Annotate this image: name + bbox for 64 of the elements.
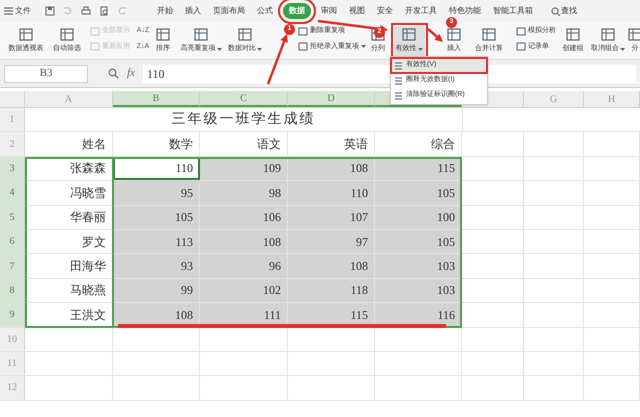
pointer-arrow — [427, 28, 443, 42]
table-cell: 113 — [113, 230, 200, 254]
preview-icon — [99, 6, 109, 16]
table-icon — [481, 27, 497, 42]
table-cell: 106 — [200, 206, 288, 229]
table-cell: 100 — [375, 206, 462, 229]
table-cell: 108 — [288, 254, 375, 278]
ribbon-tab[interactable]: 公式 — [257, 5, 273, 17]
table-cell: 103 — [375, 254, 462, 278]
table-cell: 103 — [375, 278, 462, 302]
table-cell: 118 — [288, 278, 375, 302]
table-cell: 108 — [200, 230, 288, 254]
table-cell: 99 — [113, 278, 200, 302]
ribbon-tab[interactable]: 页面布局 — [213, 5, 245, 17]
table-cell: 93 — [113, 254, 200, 278]
table-cell: 95 — [113, 181, 200, 205]
table-icon — [59, 27, 75, 42]
ribbon-tab[interactable]: 智能工具箱 — [493, 5, 533, 17]
ribbon-tab[interactable]: 特色功能 — [449, 5, 481, 17]
printer-icon — [81, 6, 91, 16]
table-icon — [237, 27, 253, 42]
list-icon — [394, 92, 403, 100]
table-cell: 96 — [200, 254, 288, 278]
zoom-icon[interactable] — [108, 68, 119, 79]
sheet-title: 三年级一班学生成绩 — [170, 110, 316, 130]
table-cell: 107 — [288, 206, 375, 229]
table-cell: 105 — [375, 230, 462, 254]
ribbon-tab[interactable]: 视图 — [349, 5, 365, 17]
table-icon — [600, 27, 616, 42]
caret-icon — [361, 45, 366, 48]
table-cell: 105 — [375, 181, 462, 205]
search-label[interactable]: 查找 — [561, 5, 577, 17]
caret-icon — [257, 48, 262, 51]
ribbon-tab[interactable]: 审阅 — [321, 5, 337, 17]
table-icon — [18, 27, 34, 42]
table-icon — [193, 27, 209, 42]
table-cell: 105 — [113, 206, 200, 229]
table-icon — [565, 27, 581, 42]
table-cell: 110 — [288, 181, 375, 205]
list-icon — [394, 76, 403, 84]
table-icon — [155, 27, 171, 42]
table-icon — [627, 27, 640, 42]
ribbon-tab[interactable]: 开发工具 — [405, 5, 437, 17]
table-icon — [446, 27, 462, 42]
menu-icon — [4, 7, 13, 15]
search-icon — [551, 6, 560, 16]
ribbon-tab[interactable]: 插入 — [185, 5, 201, 17]
table-icon — [401, 27, 417, 42]
table-cell: 97 — [288, 230, 375, 254]
caret-icon — [216, 48, 222, 51]
redo-icon — [117, 6, 127, 16]
ribbon-tab[interactable]: 开始 — [157, 5, 173, 17]
caret-icon — [418, 48, 422, 51]
name-box[interactable]: B3 — [4, 64, 88, 82]
table-cell: 98 — [200, 181, 288, 205]
save-icon — [45, 6, 55, 16]
function-label[interactable]: fx — [127, 65, 135, 82]
undo-icon — [63, 6, 73, 16]
table-cell: 102 — [200, 278, 288, 302]
pointer-arrow — [266, 34, 288, 84]
caret-icon — [620, 48, 625, 51]
file-menu[interactable]: 文件 — [15, 5, 31, 17]
ribbon-tab[interactable]: 安全 — [377, 5, 393, 17]
list-icon — [394, 62, 403, 70]
